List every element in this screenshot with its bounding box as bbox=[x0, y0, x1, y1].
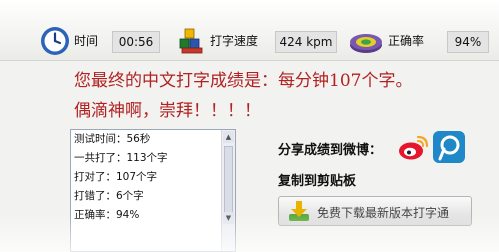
share-label: 分享成绩到微博： bbox=[278, 143, 383, 158]
stats-textarea[interactable]: 测试时间：56秒 一共打了：113个字 打对了：107个字 打错了：6个字 正确… bbox=[70, 129, 236, 252]
stat-line: 测试时间：56秒 bbox=[74, 133, 151, 145]
tencent-weibo-icon[interactable] bbox=[432, 130, 466, 164]
result-line-2: 偶滴神啊，崇拜！！！！ bbox=[74, 101, 261, 121]
result-line-1: 您最终的中文打字成绩是：每分钟107个字。 bbox=[74, 71, 413, 91]
stat-line: 打对了：107个字 bbox=[74, 171, 158, 183]
speed-cubes-icon bbox=[178, 27, 206, 55]
weibo-icon[interactable] bbox=[398, 133, 430, 163]
stat-line: 一共打了：113个字 bbox=[74, 152, 168, 164]
accuracy-label: 正确率 bbox=[388, 34, 425, 48]
scroll-down-icon[interactable]: ▼ bbox=[223, 212, 234, 224]
accuracy-target-icon bbox=[348, 27, 384, 55]
time-value: 00:56 bbox=[112, 31, 160, 53]
speed-label: 打字速度 bbox=[210, 34, 259, 48]
scroll-thumb[interactable] bbox=[224, 146, 233, 216]
scroll-up-icon[interactable]: ▲ bbox=[223, 131, 234, 143]
download-arrow-icon bbox=[287, 200, 311, 222]
time-label: 时间 bbox=[74, 34, 99, 48]
copy-to-clipboard-link[interactable]: 复制到剪贴板 bbox=[278, 170, 356, 189]
download-button-label: 免费下载最新版本打字通 bbox=[317, 206, 450, 220]
scrollbar[interactable]: ▲ ▼ bbox=[221, 130, 235, 251]
stat-line: 正确率：94% bbox=[74, 209, 140, 221]
accuracy-value: 94% bbox=[447, 31, 489, 53]
download-button[interactable]: 免费下载最新版本打字通 bbox=[278, 196, 472, 226]
stat-line: 打错了：6个字 bbox=[74, 190, 144, 202]
speed-value: 424 kpm bbox=[275, 31, 337, 53]
clock-icon bbox=[40, 26, 70, 56]
status-bar: 时间 00:56 打字速度 424 kpm 正确率 94% bbox=[0, 0, 499, 61]
